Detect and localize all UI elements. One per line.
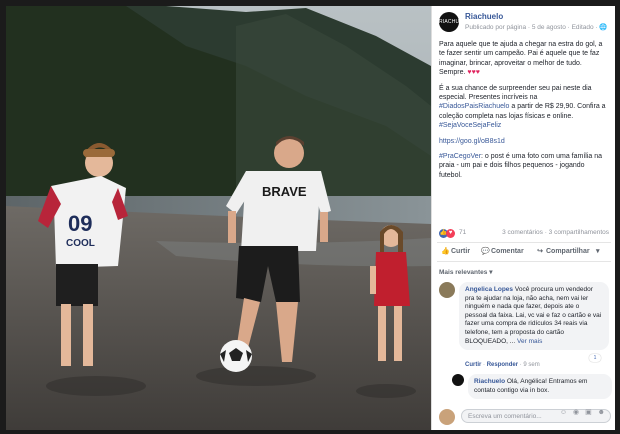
- comment-bubble: Angelica Lopes Você procura um vendedor …: [459, 282, 609, 351]
- beach-family-photo: 09 COOL BRAVE: [6, 6, 431, 430]
- see-more-link[interactable]: Ver mais: [517, 338, 542, 345]
- thumbs-up-icon: 👍: [441, 248, 450, 255]
- comment-like-link[interactable]: Curtir: [465, 362, 481, 368]
- comment-text: Você procura um vendedor pra te ajudar n…: [465, 286, 602, 345]
- hashtag-sejavoce[interactable]: #SejaVoceSejaFeliz: [439, 122, 501, 129]
- father-shirt-text: BRAVE: [262, 184, 307, 199]
- page-avatar[interactable]: RIACHUELO: [439, 12, 470, 32]
- hashtag-diadospais[interactable]: #DiadosPaisRiachuelo: [439, 103, 509, 110]
- post-paragraph-2: É a sua chance de surpreender seu pai ne…: [439, 84, 606, 130]
- post-header: RIACHUELO Riachuelo Publicado por página…: [439, 10, 611, 34]
- reply-author[interactable]: Riachuelo: [474, 378, 505, 385]
- like-button[interactable]: 👍Curtir: [441, 247, 470, 255]
- post-meta: Publicado por página · 5 de agosto · Edi…: [465, 24, 608, 31]
- post-actions: 👍Curtir 💬Comentar ↪ Compartilhar ▾: [437, 242, 611, 262]
- soccer-ball: [220, 340, 252, 372]
- kid-shirt-word: COOL: [66, 238, 95, 249]
- comment-1: Angelica Lopes Você procura um vendedor …: [439, 282, 611, 368]
- share-arrow-icon: ↪: [537, 248, 543, 255]
- avatar[interactable]: [439, 282, 455, 298]
- avatar: [439, 409, 455, 425]
- speech-bubble-icon: 💬: [481, 248, 490, 255]
- post-body: Para aquele que te ajuda a chegar na est…: [439, 40, 609, 186]
- post-link[interactable]: https://goo.gl/oB8s1d: [439, 138, 505, 145]
- hashtag-pracegover[interactable]: #PraCegoVer: [439, 153, 481, 160]
- reaction-count[interactable]: 71: [459, 229, 466, 236]
- comment-reply-link[interactable]: Responder: [487, 362, 518, 368]
- comment-sort-dropdown[interactable]: Mais relevantes ▾: [439, 268, 493, 276]
- reactions-bar: 👍 ♥ 71 3 comentários · 3 compartilhament…: [439, 228, 611, 240]
- reply-bubble: Riachuelo Olá, Angélica! Entramos em con…: [468, 374, 612, 400]
- page-name-link[interactable]: Riachuelo: [465, 12, 503, 21]
- reaction-selector-icon[interactable]: ▾: [596, 247, 600, 255]
- comment-author[interactable]: Angelica Lopes: [465, 286, 513, 293]
- post-paragraph-4: #PraCegoVer: o post é uma foto com uma f…: [439, 153, 603, 179]
- post-side-panel: RIACHUELO Riachuelo Publicado por página…: [431, 6, 615, 430]
- comment-like-count: 1: [589, 354, 601, 362]
- love-reaction-icon[interactable]: ♥: [446, 229, 455, 238]
- kid-shirt-number: 09: [68, 211, 92, 236]
- comment-reply: Riachuelo Olá, Angélica! Entramos em con…: [452, 374, 612, 404]
- post-paragraph-3: https://goo.gl/oB8s1d: [439, 137, 609, 146]
- post-paragraph-1: Para aquele que te ajuda a chegar na est…: [439, 41, 603, 77]
- composer-tools-icon[interactable]: ☺ ◉ ▣ ☻: [560, 408, 607, 416]
- comment-button[interactable]: 💬Comentar: [481, 247, 524, 255]
- comments-shares-count[interactable]: 3 comentários · 3 compartilhamentos: [502, 229, 609, 236]
- comment-actions: Curtir · Responder · 9 sem: [465, 362, 540, 368]
- comment-composer: Escreva um comentário... ☺ ◉ ▣ ☻: [439, 408, 611, 426]
- post-viewer: 09 COOL BRAVE RIACHUELO Riachuelo Public…: [6, 6, 615, 430]
- share-button[interactable]: ↪ Compartilhar: [536, 247, 590, 255]
- post-photo[interactable]: 09 COOL BRAVE: [6, 6, 431, 430]
- hearts-emoji: ♥♥♥: [467, 69, 480, 77]
- avatar[interactable]: [452, 374, 464, 386]
